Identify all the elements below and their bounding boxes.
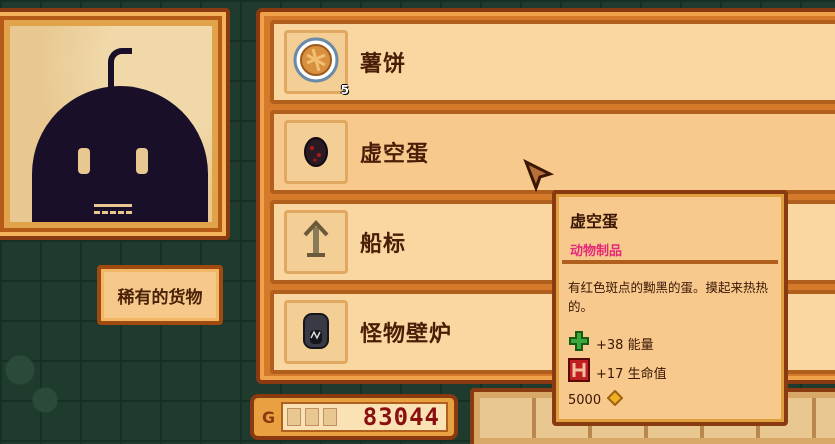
krobus-figure — [32, 86, 208, 222]
item-name: 薯饼 — [360, 52, 407, 77]
coin-icon — [606, 389, 624, 410]
shop-item-hashbrown[interactable]: 5 薯饼 — [270, 20, 835, 104]
item-tooltip: 虚空蛋 动物制品 有红色斑点的黝黑的蛋。摸起来热热的。 +38 能量 +17 生… — [552, 190, 788, 426]
item-slot — [284, 210, 348, 274]
krobus-mouth — [94, 204, 132, 214]
portrait-canvas — [10, 26, 212, 222]
tooltip-category: 动物制品 — [570, 244, 623, 259]
item-slot — [284, 120, 348, 184]
tooltip-price: 5000 — [568, 389, 624, 410]
item-name: 船标 — [360, 232, 407, 257]
rare-goods-tab[interactable]: 稀有的货物 — [97, 265, 223, 325]
krobus-eye-left — [78, 148, 90, 174]
item-slot — [284, 300, 348, 364]
buoy-marker-icon — [301, 219, 331, 265]
health-value: +17 生命值 — [596, 366, 667, 382]
health-icon — [568, 358, 590, 386]
tooltip-header: 虚空蛋 动物制品 — [562, 200, 778, 264]
background-rubble — [0, 330, 70, 444]
money-display: G 83044 — [250, 394, 458, 440]
tooltip-description: 有红色斑点的黝黑的蛋。摸起来热热的。 — [568, 280, 769, 314]
item-slot: 5 — [284, 30, 349, 97]
gold-label: G — [262, 407, 276, 427]
rare-goods-label: 稀有的货物 — [117, 287, 203, 308]
money-counter: 83044 — [281, 402, 448, 432]
cursor-icon — [522, 158, 556, 196]
item-name: 虚空蛋 — [360, 142, 430, 167]
item-quantity: 5 — [340, 83, 349, 97]
tooltip-title: 虚空蛋 — [570, 212, 619, 231]
hashbrown-icon — [293, 37, 339, 87]
money-empty-cells — [287, 408, 338, 426]
money-value: 83044 — [362, 403, 440, 431]
price-value: 5000 — [568, 392, 602, 408]
shopkeeper-portrait — [0, 8, 230, 240]
tooltip-health: +17 生命值 — [568, 358, 667, 386]
item-name: 怪物壁炉 — [360, 322, 453, 347]
energy-value: +38 能量 — [596, 337, 654, 353]
tooltip-energy: +38 能量 — [568, 330, 654, 356]
monster-fireplace-icon — [301, 310, 331, 354]
void-egg-icon — [301, 132, 331, 172]
energy-icon — [568, 330, 590, 356]
krobus-eye-right — [136, 148, 148, 174]
